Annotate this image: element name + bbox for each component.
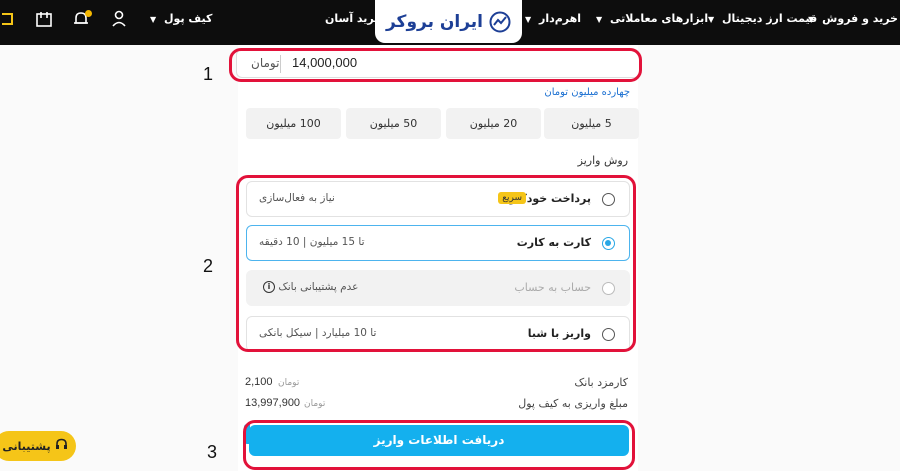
brand-logo[interactable]: ایران بروکر [375,0,522,43]
nav-easy-buy[interactable]: خرید آسان [325,12,382,25]
nav-leverage[interactable]: اهرم‌دار ▼ [525,12,581,25]
annotation-1: 1 [203,64,214,84]
total-value: 13,997,900 [245,397,301,409]
annotation-2: 2 [203,256,214,276]
wallet-icon[interactable] [35,10,53,30]
total-label: مبلغ واریزی به کیف پول [518,397,628,410]
preset-5m-button[interactable]: 5 میلیون [544,108,639,139]
annotation-3: 3 [207,442,218,462]
highlight-frame-methods [236,175,636,352]
nav-buy-sell[interactable]: خرید و فروش ▼ [808,12,898,25]
fee-label: کارمزد بانک [574,376,628,389]
highlight-frame-amount [229,48,642,82]
support-button[interactable]: پشتیبانی [0,431,76,461]
support-label: پشتیبانی [2,439,51,453]
nav-trading-tools[interactable]: ابزارهای معاملاتی ▼ [596,12,708,25]
highlight-frame-submit [243,420,635,470]
headset-icon [55,438,68,454]
fee-value: 2,100 [245,376,273,388]
logo-mark-icon [489,11,511,32]
preset-20m-button[interactable]: 20 میلیون [446,108,541,139]
brand-icon[interactable] [0,10,18,30]
notification-dot [85,10,92,17]
amount-in-words: چهارده میلیون تومان [544,87,630,98]
fee-unit: تومان [278,378,300,388]
preset-100m-button[interactable]: 100 میلیون [246,108,341,139]
deposit-method-label: روش واریز [577,154,628,167]
total-unit: تومان [304,399,326,409]
bell-icon[interactable] [72,10,92,30]
nav-crypto-prices[interactable]: قیمت ارز دیجیتال ▼ [708,12,817,25]
nav-wallet[interactable]: کیف پول ▼ [150,12,212,25]
logo-text: ایران بروکر [385,11,484,32]
user-icon[interactable] [110,10,128,30]
preset-50m-button[interactable]: 50 میلیون [346,108,441,139]
top-navbar: خرید و فروش ▼ قیمت ارز دیجیتال ▼ ابزارها… [0,0,900,45]
